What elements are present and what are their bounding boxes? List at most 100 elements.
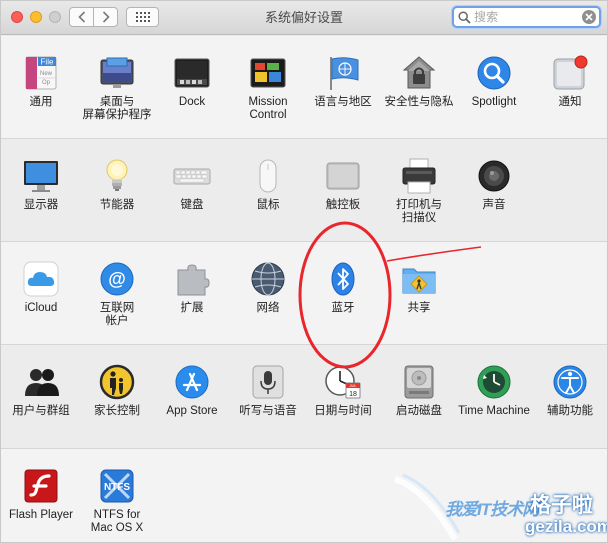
pane-icloud[interactable]: iCloud (1, 242, 81, 332)
date-time-icon: JUL 18 (325, 366, 361, 399)
clear-search-icon[interactable] (582, 10, 596, 24)
pane-internet-accounts[interactable]: @ 互联网 帐户 (77, 242, 157, 332)
mission-control-icon (250, 58, 286, 88)
dock-icon (174, 58, 210, 88)
grid-icon (135, 12, 150, 22)
energy-saver-icon (106, 159, 128, 191)
pane-label: 互联网 帐户 (99, 302, 135, 327)
sound-icon (478, 160, 510, 192)
sharing-icon (402, 268, 436, 294)
svg-text:Op: Op (42, 80, 51, 86)
pane-users-groups[interactable]: 用户与群组 (1, 345, 81, 435)
svg-text:@: @ (108, 269, 126, 289)
system-preferences-window: 系统偏好设置 File New Op 通用 (0, 0, 608, 543)
pane-parental-controls[interactable]: 家长控制 (77, 345, 157, 435)
pane-label: 蓝牙 (331, 302, 355, 314)
pane-label: App Store (166, 405, 218, 417)
pane-desktop-screensaver[interactable]: 桌面与 屏幕保护程序 (77, 36, 157, 126)
pane-label: 语言与地区 (314, 96, 372, 108)
pane-displays[interactable]: 显示器 (1, 139, 81, 229)
toolbar: 系统偏好设置 (1, 1, 607, 35)
search-field[interactable] (452, 6, 601, 28)
pane-energy-saver[interactable]: 节能器 (77, 139, 157, 229)
pane-label: 辅助功能 (547, 405, 593, 417)
parental-controls-icon (99, 364, 135, 400)
pane-trackpad[interactable]: 触控板 (303, 139, 383, 229)
pane-label: 打印机与 扫描仪 (396, 199, 442, 224)
pane-dock[interactable]: Dock (152, 36, 232, 126)
pane-printers-scanners[interactable]: 打印机与 扫描仪 (379, 139, 459, 229)
desktop-screensaver-icon (100, 57, 134, 88)
pane-spotlight[interactable]: Spotlight (454, 36, 534, 126)
pane-label: 通用 (29, 96, 53, 108)
pane-label: 启动磁盘 (396, 405, 442, 417)
svg-text:JUL: JUL (349, 383, 357, 388)
dictation-speech-icon (252, 365, 284, 399)
pane-sound[interactable]: 声音 (454, 139, 534, 229)
pane-time-machine[interactable]: Time Machine (454, 345, 534, 435)
svg-text:File: File (41, 58, 54, 67)
search-input[interactable] (474, 9, 580, 25)
security-privacy-icon (402, 56, 436, 89)
pane-label: 触控板 (325, 199, 361, 211)
pane-sharing[interactable]: 共享 (379, 242, 459, 332)
pane-security-privacy[interactable]: 安全性与隐私 (379, 36, 459, 126)
pane-mission-control[interactable]: Mission Control (228, 36, 308, 126)
pane-label: Dock (178, 96, 206, 108)
time-machine-icon (477, 365, 511, 399)
pane-notifications[interactable]: 通知 (530, 36, 607, 126)
pane-dictation-speech[interactable]: 听写与语音 (228, 345, 308, 435)
language-region-icon (330, 57, 359, 90)
notifications-icon (553, 55, 588, 90)
pane-keyboard[interactable]: 键盘 (152, 139, 232, 229)
pane-bluetooth[interactable]: 蓝牙 (303, 242, 383, 332)
svg-text:NTFS: NTFS (104, 482, 130, 493)
pane-label: iCloud (24, 302, 58, 314)
preferences-section-system: 用户与群组 家长控制 App Store 听写与语音 JUL 18 日期与时间 … (1, 345, 607, 449)
pane-date-time[interactable]: JUL 18 日期与时间 (303, 345, 383, 435)
preferences-section-internet: iCloud @ 互联网 帐户 扩展 网络 蓝牙 共享 (1, 242, 607, 345)
chevron-right-icon (102, 11, 110, 23)
pane-language-region[interactable]: 语言与地区 (303, 36, 383, 126)
pane-label: 声音 (482, 199, 506, 211)
pane-ntfs[interactable]: NTFS NTFS for Mac OS X (77, 449, 157, 539)
minimize-window-button[interactable] (30, 11, 42, 23)
startup-disk-icon (404, 365, 434, 399)
pane-general[interactable]: File New Op 通用 (1, 36, 81, 126)
pane-label: Time Machine (458, 405, 530, 417)
pane-app-store[interactable]: App Store (152, 345, 232, 435)
printer-scanner-icon (402, 158, 436, 194)
pane-label: 用户与群组 (12, 405, 70, 417)
zoom-window-button[interactable] (49, 11, 61, 23)
pane-startup-disk[interactable]: 启动磁盘 (379, 345, 459, 435)
pane-flash-player[interactable]: Flash Player (1, 449, 81, 539)
preferences-section-other: Flash Player NTFS NTFS for Mac OS X (1, 449, 607, 542)
pane-label: 日期与时间 (314, 405, 372, 417)
chevron-left-icon (77, 11, 85, 23)
pane-label: 显示器 (23, 199, 59, 211)
svg-text:18: 18 (349, 391, 357, 398)
internet-accounts-icon: @ (100, 262, 134, 296)
general-icon: File New Op (25, 56, 57, 90)
pane-network[interactable]: 网络 (228, 242, 308, 332)
pane-label: NTFS for Mac OS X (90, 509, 144, 534)
pane-label: 共享 (407, 302, 431, 314)
spotlight-icon (477, 56, 511, 90)
pane-extensions[interactable]: 扩展 (152, 242, 232, 332)
pane-label: 键盘 (180, 199, 204, 211)
back-button[interactable] (69, 7, 94, 27)
mouse-icon (259, 159, 277, 193)
app-store-icon (175, 365, 209, 399)
pane-label: 扩展 (180, 302, 204, 314)
show-all-button[interactable] (126, 7, 159, 27)
close-window-button[interactable] (11, 11, 23, 23)
network-icon (251, 262, 285, 296)
pane-label: Mission Control (248, 96, 288, 121)
users-groups-icon (25, 369, 59, 396)
icloud-icon (23, 261, 59, 297)
trackpad-icon (326, 162, 360, 190)
pane-accessibility[interactable]: 辅助功能 (530, 345, 607, 435)
pane-label: Spotlight (471, 96, 517, 108)
forward-button[interactable] (93, 7, 118, 27)
pane-mouse[interactable]: 鼠标 (228, 139, 308, 229)
